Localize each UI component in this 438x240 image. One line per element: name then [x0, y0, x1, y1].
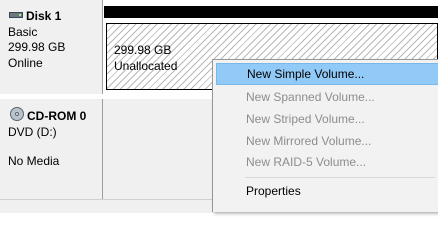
cdrom-label-panel[interactable]: CD-ROM 0 DVD (D:) No Media — [0, 99, 103, 199]
menu-item-new-mirrored-volume[interactable]: New Mirrored Volume... — [216, 130, 438, 152]
disk-1-label-panel[interactable]: Disk 1 Basic 299.98 GB Online — [0, 0, 103, 94]
partition-header-bar — [104, 6, 438, 18]
cdrom-drive: DVD (D:) — [8, 125, 57, 139]
disk-1-size: 299.98 GB — [8, 40, 66, 54]
menu-separator — [245, 177, 435, 178]
menu-item-properties[interactable]: Properties — [216, 180, 438, 202]
disk-1-name: Disk 1 — [26, 9, 62, 23]
unallocated-label: Unallocated — [114, 59, 178, 73]
disk-1-status: Online — [8, 56, 43, 70]
menu-item-new-striped-volume[interactable]: New Striped Volume... — [216, 108, 438, 130]
cdrom-media-status: No Media — [8, 154, 60, 168]
cdrom-icon — [10, 107, 24, 121]
unallocated-size: 299.98 GB — [114, 43, 172, 57]
menu-item-new-raid5-volume[interactable]: New RAID-5 Volume... — [216, 151, 438, 173]
hard-disk-icon — [9, 10, 23, 19]
disk-1-type: Basic — [8, 25, 38, 39]
cdrom-name: CD-ROM 0 — [27, 109, 87, 123]
context-menu: New Simple Volume... New Spanned Volume.… — [212, 59, 438, 212]
menu-item-new-simple-volume[interactable]: New Simple Volume... — [216, 63, 438, 85]
menu-item-new-spanned-volume[interactable]: New Spanned Volume... — [216, 86, 438, 108]
